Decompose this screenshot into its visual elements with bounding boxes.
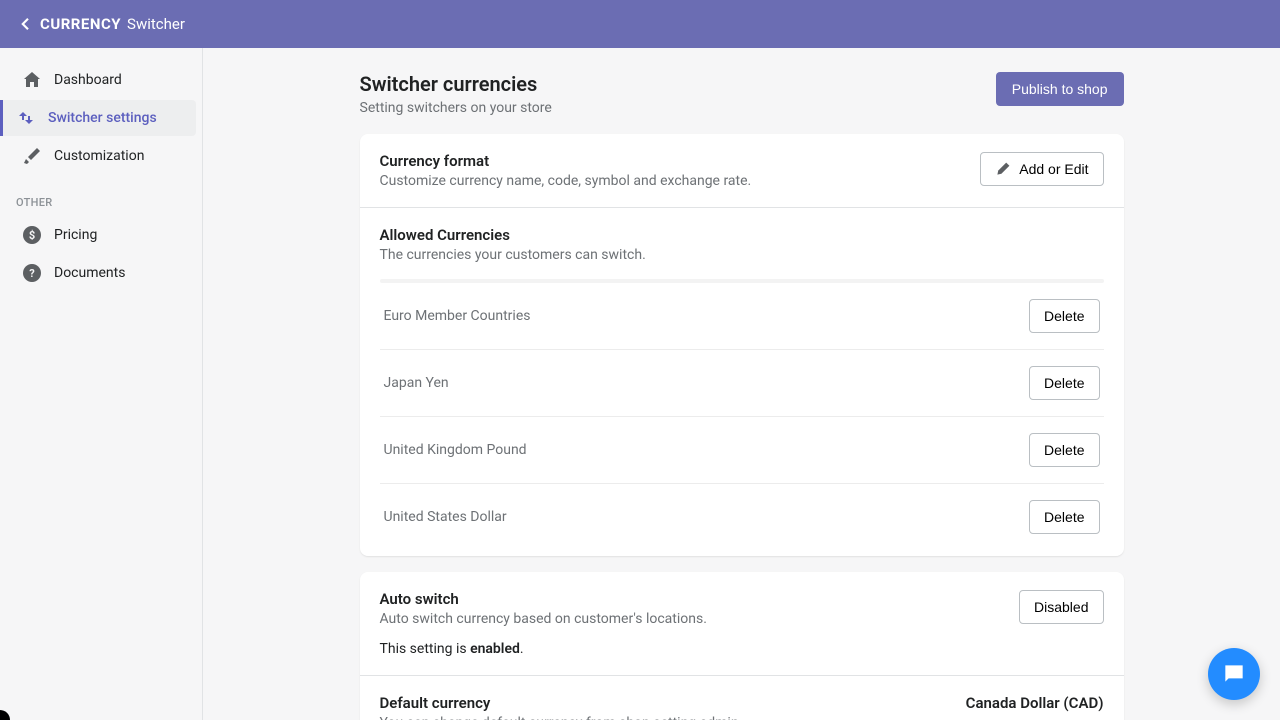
sidebar-item-label: Documents <box>54 265 125 281</box>
currency-name: Euro Member Countries <box>384 308 531 324</box>
section-desc: You can change default currency from sho… <box>380 715 743 720</box>
section-title: Allowed Currencies <box>380 226 1104 244</box>
section-title: Currency format <box>380 152 752 170</box>
delete-button[interactable]: Delete <box>1029 299 1099 333</box>
section-desc: The currencies your customers can switch… <box>380 247 1104 263</box>
brand-arrow-icon <box>16 15 34 33</box>
currency-row: Euro Member Countries Delete <box>380 283 1104 350</box>
auto-switch-card: Auto switch Auto switch currency based o… <box>360 572 1124 720</box>
currency-row: United States Dollar Delete <box>380 484 1104 538</box>
default-currency-value: Canada Dollar (CAD) <box>966 694 1104 712</box>
brand-main: CURRENCY <box>40 15 121 33</box>
sidebar: Dashboard Switcher settings Customizatio… <box>0 48 203 720</box>
dollar-icon: $ <box>22 225 42 245</box>
sidebar-item-switcher-settings[interactable]: Switcher settings <box>0 100 196 136</box>
sidebar-heading-other: OTHER <box>0 186 202 215</box>
section-desc: Auto switch currency based on customer's… <box>380 611 707 627</box>
add-or-edit-label: Add or Edit <box>1019 161 1088 177</box>
switch-icon <box>16 108 36 128</box>
chat-icon <box>1221 661 1247 687</box>
pencil-icon <box>995 161 1011 177</box>
section-desc: Customize currency name, code, symbol an… <box>380 173 752 189</box>
add-or-edit-button[interactable]: Add or Edit <box>980 152 1103 186</box>
publish-button[interactable]: Publish to shop <box>996 72 1124 106</box>
currency-row: Japan Yen Delete <box>380 350 1104 417</box>
currency-name: United States Dollar <box>384 509 507 525</box>
sidebar-item-pricing[interactable]: $ Pricing <box>6 217 196 253</box>
auto-switch-status: This setting is enabled. <box>380 641 1104 657</box>
svg-text:?: ? <box>29 267 35 280</box>
brand-logo: CURRENCY Switcher <box>16 15 185 33</box>
sidebar-item-label: Dashboard <box>54 72 122 88</box>
section-title: Default currency <box>380 694 743 712</box>
topbar: CURRENCY Switcher <box>0 0 1280 48</box>
sidebar-item-customization[interactable]: Customization <box>6 138 196 174</box>
brush-icon <box>22 146 42 166</box>
page-title: Switcher currencies <box>360 72 552 96</box>
sidebar-item-label: Pricing <box>54 227 97 243</box>
page-header: Switcher currencies Setting switchers on… <box>360 72 1124 116</box>
svg-text:$: $ <box>29 229 35 242</box>
delete-button[interactable]: Delete <box>1029 433 1099 467</box>
main-content: Switcher currencies Setting switchers on… <box>203 48 1280 720</box>
sidebar-item-documents[interactable]: ? Documents <box>6 255 196 291</box>
currency-name: United Kingdom Pound <box>384 442 527 458</box>
brand-sub: Switcher <box>127 15 185 33</box>
currency-format-card: Currency format Customize currency name,… <box>360 134 1124 556</box>
section-title: Auto switch <box>380 590 707 608</box>
home-icon <box>22 70 42 90</box>
delete-button[interactable]: Delete <box>1029 366 1099 400</box>
delete-button[interactable]: Delete <box>1029 500 1099 534</box>
sidebar-item-label: Customization <box>54 148 144 164</box>
sidebar-item-label: Switcher settings <box>48 110 157 126</box>
page-subtitle: Setting switchers on your store <box>360 100 552 116</box>
currency-name: Japan Yen <box>384 375 449 391</box>
currency-row: United Kingdom Pound Delete <box>380 417 1104 484</box>
sidebar-item-dashboard[interactable]: Dashboard <box>6 62 196 98</box>
auto-switch-toggle-button[interactable]: Disabled <box>1019 590 1103 624</box>
question-icon: ? <box>22 263 42 283</box>
chat-fab[interactable] <box>1208 648 1260 700</box>
